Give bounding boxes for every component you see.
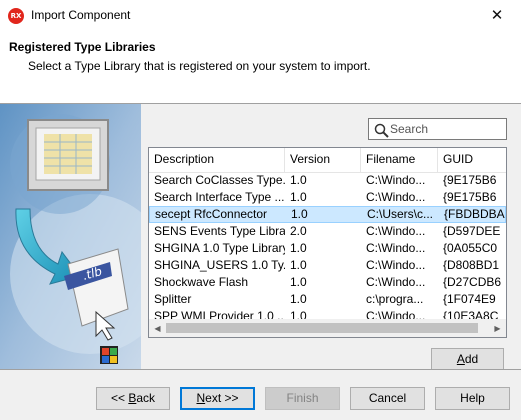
cell-guid: {0A055C0 xyxy=(443,241,498,255)
cell-filename: C:\Windo... xyxy=(366,258,426,272)
cell-guid: {D597DEE xyxy=(443,224,501,238)
add-button[interactable]: Add xyxy=(431,348,504,371)
table-row[interactable]: SHGINA 1.0 Type Library 1.0 C:\Windo... {0A… xyxy=(149,240,506,257)
wizard-footer: << Back Next >> Finish Cancel Help xyxy=(0,370,521,420)
cell-guid: {D27CDB6 xyxy=(443,275,502,289)
help-button[interactable]: Help xyxy=(435,387,510,410)
table-row[interactable]: SENS Events Type Library 2.0 C:\Windo... {D… xyxy=(149,223,506,240)
next-button[interactable]: Next >> xyxy=(180,387,255,410)
cell-filename: C:\Windo... xyxy=(366,173,426,187)
column-header-filename[interactable]: Filename xyxy=(361,148,438,172)
scroll-right-icon[interactable]: ▶ xyxy=(489,320,506,337)
scrollbar-thumb[interactable] xyxy=(166,323,478,333)
cancel-button[interactable]: Cancel xyxy=(350,387,425,410)
finish-button: Finish xyxy=(265,387,340,410)
cell-version: 1.0 xyxy=(290,292,307,306)
back-prefix: << xyxy=(110,391,129,405)
next-accel: N xyxy=(196,391,206,405)
column-header-version[interactable]: Version xyxy=(285,148,361,172)
cell-version: 1.0 xyxy=(290,190,307,204)
cell-filename: C:\Windo... xyxy=(366,241,426,255)
search-icon xyxy=(374,123,389,138)
back-suffix: ack xyxy=(136,391,156,405)
horizontal-scrollbar[interactable]: ◀ ▶ xyxy=(149,319,506,337)
cell-description: secept RfcConnector xyxy=(155,207,268,221)
cell-version: 1.0 xyxy=(290,275,307,289)
cell-version: 1.0 xyxy=(290,258,307,272)
table-row[interactable]: Search CoClasses Type... 1.0 C:\Windo... {9… xyxy=(149,172,506,189)
windows-logo-icon xyxy=(100,346,118,364)
cell-description: SENS Events Type Library xyxy=(154,224,285,238)
column-header-guid[interactable]: GUID xyxy=(438,148,506,172)
table-row[interactable]: Search Interface Type ... 1.0 C:\Windo... {… xyxy=(149,189,506,206)
app-icon: RX xyxy=(8,8,24,24)
cell-description: Search Interface Type ... xyxy=(154,190,285,204)
cell-guid: {9E175B6 xyxy=(443,173,497,187)
table-row[interactable]: SHGINA_USERS 1.0 Ty... 1.0 C:\Windo... {D80… xyxy=(149,257,506,274)
cell-filename: C:\Windo... xyxy=(366,190,426,204)
cell-version: 2.0 xyxy=(290,224,307,238)
table-row[interactable]: Shockwave Flash 1.0 C:\Windo... {D27CDB6 xyxy=(149,274,506,291)
cell-version: 1.0 xyxy=(290,241,307,255)
table-header: Description Version Filename GUID xyxy=(149,148,506,173)
add-accel: A xyxy=(456,352,465,366)
type-library-illustration: .tlb xyxy=(0,104,141,369)
table-row[interactable]: Splitter 1.0 c:\progra... {1F074E9 xyxy=(149,291,506,308)
cell-guid: {9E175B6 xyxy=(443,190,497,204)
next-suffix: ext >> xyxy=(205,391,239,405)
cell-guid: {1F074E9 xyxy=(443,292,496,306)
close-button[interactable]: ✕ xyxy=(477,2,517,28)
title-bar: RX Import Component ✕ xyxy=(0,0,521,31)
search-box[interactable] xyxy=(368,118,507,140)
cell-filename: c:\progra... xyxy=(366,292,424,306)
cell-description: SHGINA 1.0 Type Library xyxy=(154,241,285,255)
monitor-icon xyxy=(27,119,109,191)
cell-guid: {D808BD1 xyxy=(443,258,500,272)
add-label: dd xyxy=(464,352,479,366)
wizard-header: Registered Type Libraries Select a Type … xyxy=(0,31,521,104)
cell-filename: C:\Windo... xyxy=(366,224,426,238)
cell-description: SHGINA_USERS 1.0 Ty... xyxy=(154,258,285,272)
cell-version: 1.0 xyxy=(291,207,308,221)
window-title: Import Component xyxy=(31,8,131,22)
cell-filename: C:\Users\c... xyxy=(367,207,434,221)
column-header-description[interactable]: Description xyxy=(149,148,285,172)
cell-filename: C:\Windo... xyxy=(366,275,426,289)
type-library-table[interactable]: Description Version Filename GUID Search… xyxy=(148,147,507,338)
search-input[interactable] xyxy=(390,120,502,138)
cell-guid: {FBDBDBA xyxy=(444,207,505,221)
table-row[interactable]: secept RfcConnector 1.0 C:\Users\c... {FBDB… xyxy=(149,206,506,223)
cell-description: Search CoClasses Type... xyxy=(154,173,285,187)
cell-description: Shockwave Flash xyxy=(154,275,249,289)
page-subtitle: Select a Type Library that is registered… xyxy=(28,59,371,73)
cell-description: Splitter xyxy=(154,292,192,306)
wizard-side-image: .tlb xyxy=(0,104,141,369)
page-title: Registered Type Libraries xyxy=(9,40,156,54)
back-button[interactable]: << Back xyxy=(96,387,170,410)
scroll-left-icon[interactable]: ◀ xyxy=(149,320,166,337)
cell-version: 1.0 xyxy=(290,173,307,187)
